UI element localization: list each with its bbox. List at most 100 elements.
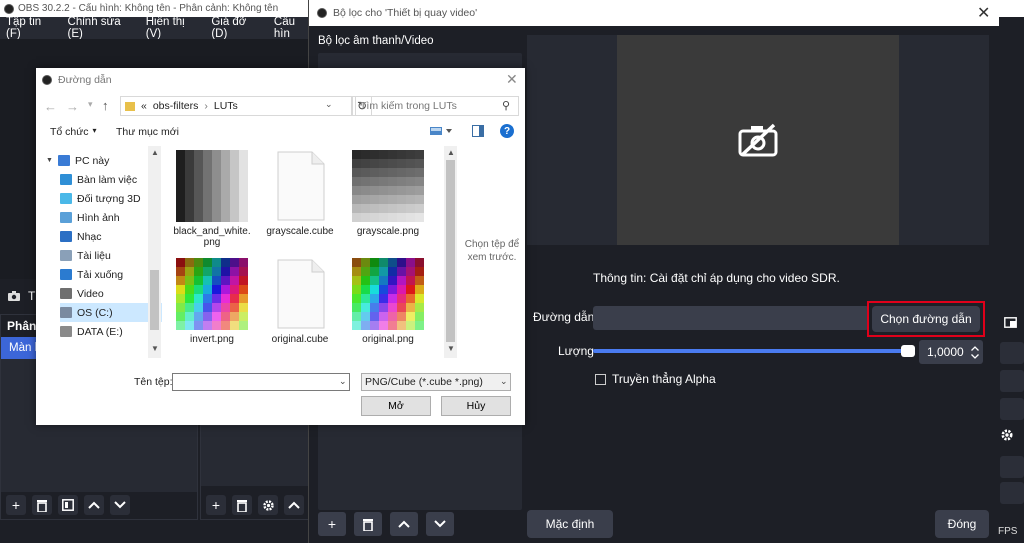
search-icon[interactable]: ⚲ <box>502 99 510 112</box>
path-label: Đường dẫn <box>533 310 595 324</box>
forward-arrow-icon[interactable]: → <box>66 99 79 114</box>
nav-item[interactable]: Hình ảnh <box>60 208 162 227</box>
file-item[interactable]: grayscale.png <box>346 150 430 237</box>
remove-filter-button[interactable] <box>354 512 382 536</box>
view-options-icon[interactable] <box>430 126 452 136</box>
search-box[interactable]: Tìm kiếm trong LUTs ⚲ <box>355 96 519 116</box>
new-folder-button[interactable]: Thư mục mới <box>116 126 179 138</box>
chevron-down-icon[interactable]: ⌄ <box>325 99 333 110</box>
filename-input[interactable]: ⌄ <box>172 373 350 391</box>
pictures-icon <box>60 212 72 223</box>
dropdown-arrow-icon: ▾ <box>92 126 97 135</box>
recent-chevron-icon[interactable]: ▾ <box>88 99 93 110</box>
menu-view[interactable]: Hiển thị (V) <box>146 16 198 40</box>
file-type-select[interactable]: PNG/Cube (*.cube *.png) ⌄ <box>361 373 511 391</box>
nav-item[interactable]: Tài liệu <box>60 246 162 265</box>
nav-scrollbar[interactable]: ▲ ▼ <box>148 146 161 358</box>
back-arrow-icon[interactable]: ← <box>44 99 57 114</box>
files-scrollbar-thumb[interactable] <box>446 160 455 342</box>
breadcrumb-luts[interactable]: LUTs <box>214 100 238 112</box>
settings-gear-icon[interactable] <box>1000 428 1014 442</box>
breadcrumb-sep: › <box>204 100 208 112</box>
add-source-button[interactable]: + <box>206 495 226 515</box>
remove-scene-button[interactable] <box>32 495 52 515</box>
spin-arrows-icon[interactable] <box>971 345 979 359</box>
file-item[interactable]: original.png <box>346 258 430 345</box>
obs-menubar: Tập tin (F) Chỉnh sửa (E) Hiển thị (V) G… <box>0 16 310 40</box>
cancel-button[interactable]: Hủy <box>441 396 511 416</box>
nav-item-label: OS (C:) <box>77 306 113 319</box>
scroll-down-arrow-icon[interactable]: ▼ <box>151 344 159 353</box>
up-arrow-icon[interactable]: ↑ <box>102 98 109 113</box>
chevron-down-icon[interactable]: ⌄ <box>339 376 347 387</box>
scroll-down-arrow-icon[interactable]: ▼ <box>447 344 455 353</box>
scene-filters-button[interactable] <box>58 495 78 515</box>
control-button[interactable] <box>1000 342 1024 364</box>
menu-docks[interactable]: Giá đỡ (D) <box>211 16 260 40</box>
nav-item[interactable]: DATA (E:) <box>60 322 162 341</box>
dock-float-icon[interactable] <box>1004 317 1017 328</box>
obs-logo-icon <box>42 75 52 85</box>
help-icon[interactable]: ? <box>500 124 514 138</box>
obs-window-title: OBS 30.2.2 - Cấu hình: Không tên - Phân … <box>18 3 279 14</box>
close-button[interactable]: Đóng <box>935 510 989 538</box>
filters-title: Bộ lọc cho 'Thiết bị quay video' <box>333 7 478 19</box>
video-icon <box>60 288 72 299</box>
nav-item[interactable]: Đối tượng 3D <box>60 189 162 208</box>
menu-profile[interactable]: Cấu hìn <box>274 16 310 40</box>
control-button[interactable] <box>1000 482 1024 504</box>
amount-spinbox[interactable]: 1,0000 <box>919 340 983 364</box>
menu-file[interactable]: Tập tin (F) <box>6 16 54 40</box>
move-source-up-button[interactable] <box>284 495 304 515</box>
breadcrumb-obs-filters[interactable]: obs-filters <box>153 100 199 112</box>
file-item[interactable]: grayscale.cube <box>258 150 342 237</box>
organize-menu[interactable]: Tổ chức ▾ <box>50 126 97 138</box>
file-item[interactable]: black_and_white. png <box>170 150 254 248</box>
open-button[interactable]: Mở <box>361 396 431 416</box>
breadcrumb-root[interactable]: « <box>141 100 147 112</box>
add-scene-button[interactable]: + <box>6 495 26 515</box>
move-scene-down-button[interactable] <box>110 495 130 515</box>
desktop-icon <box>60 174 72 185</box>
file-item[interactable]: original.cube <box>258 258 342 345</box>
defaults-button[interactable]: Mặc định <box>527 510 613 538</box>
nav-item[interactable]: OS (C:) <box>60 303 162 322</box>
scroll-up-arrow-icon[interactable]: ▲ <box>151 148 159 157</box>
remove-source-button[interactable] <box>232 495 252 515</box>
close-icon[interactable]: ✕ <box>977 3 990 23</box>
path-input[interactable] <box>593 306 869 330</box>
close-icon[interactable]: ✕ <box>506 71 518 88</box>
files-scrollbar[interactable]: ▲ ▼ <box>444 146 457 358</box>
document-icon <box>264 258 336 330</box>
scroll-up-arrow-icon[interactable]: ▲ <box>447 148 455 157</box>
preview-pane-icon[interactable] <box>472 125 484 137</box>
control-button[interactable] <box>1000 370 1024 392</box>
add-filter-button[interactable]: + <box>318 512 346 536</box>
move-filter-down-button[interactable] <box>426 512 454 536</box>
address-bar[interactable]: « obs-filters › LUTs ⌄ <box>120 96 352 116</box>
amount-slider-handle[interactable] <box>901 345 915 357</box>
nav-item[interactable]: Bàn làm việc <box>60 170 162 189</box>
nav-scrollbar-thumb[interactable] <box>150 270 159 330</box>
nav-item[interactable]: ▼ PC này <box>46 151 162 170</box>
nav-item[interactable]: Nhạc <box>60 227 162 246</box>
control-button[interactable] <box>1000 456 1024 478</box>
move-filter-up-button[interactable] <box>390 512 418 536</box>
nav-item-label: Nhạc <box>77 230 102 243</box>
control-button[interactable] <box>1000 398 1024 420</box>
filters-titlebar: Bộ lọc cho 'Thiết bị quay video' ✕ <box>309 0 999 26</box>
browse-path-button[interactable]: Chọn đường dẫn <box>872 306 980 332</box>
file-item[interactable]: invert.png <box>170 258 254 345</box>
move-scene-up-button[interactable] <box>84 495 104 515</box>
nav-item[interactable]: Video <box>60 284 162 303</box>
obs-logo-icon <box>4 3 14 14</box>
source-properties-button[interactable] <box>258 495 278 515</box>
expand-chevron-icon[interactable]: ▼ <box>46 157 53 164</box>
pc-icon <box>57 155 70 166</box>
amount-slider[interactable] <box>593 345 915 357</box>
chevron-down-icon[interactable]: ⌄ <box>500 376 508 387</box>
passthrough-alpha-option[interactable]: Truyền thẳng Alpha <box>595 372 716 386</box>
passthrough-alpha-checkbox[interactable] <box>595 373 606 385</box>
nav-item[interactable]: Tải xuống <box>60 265 162 284</box>
menu-edit[interactable]: Chỉnh sửa (E) <box>68 16 132 40</box>
